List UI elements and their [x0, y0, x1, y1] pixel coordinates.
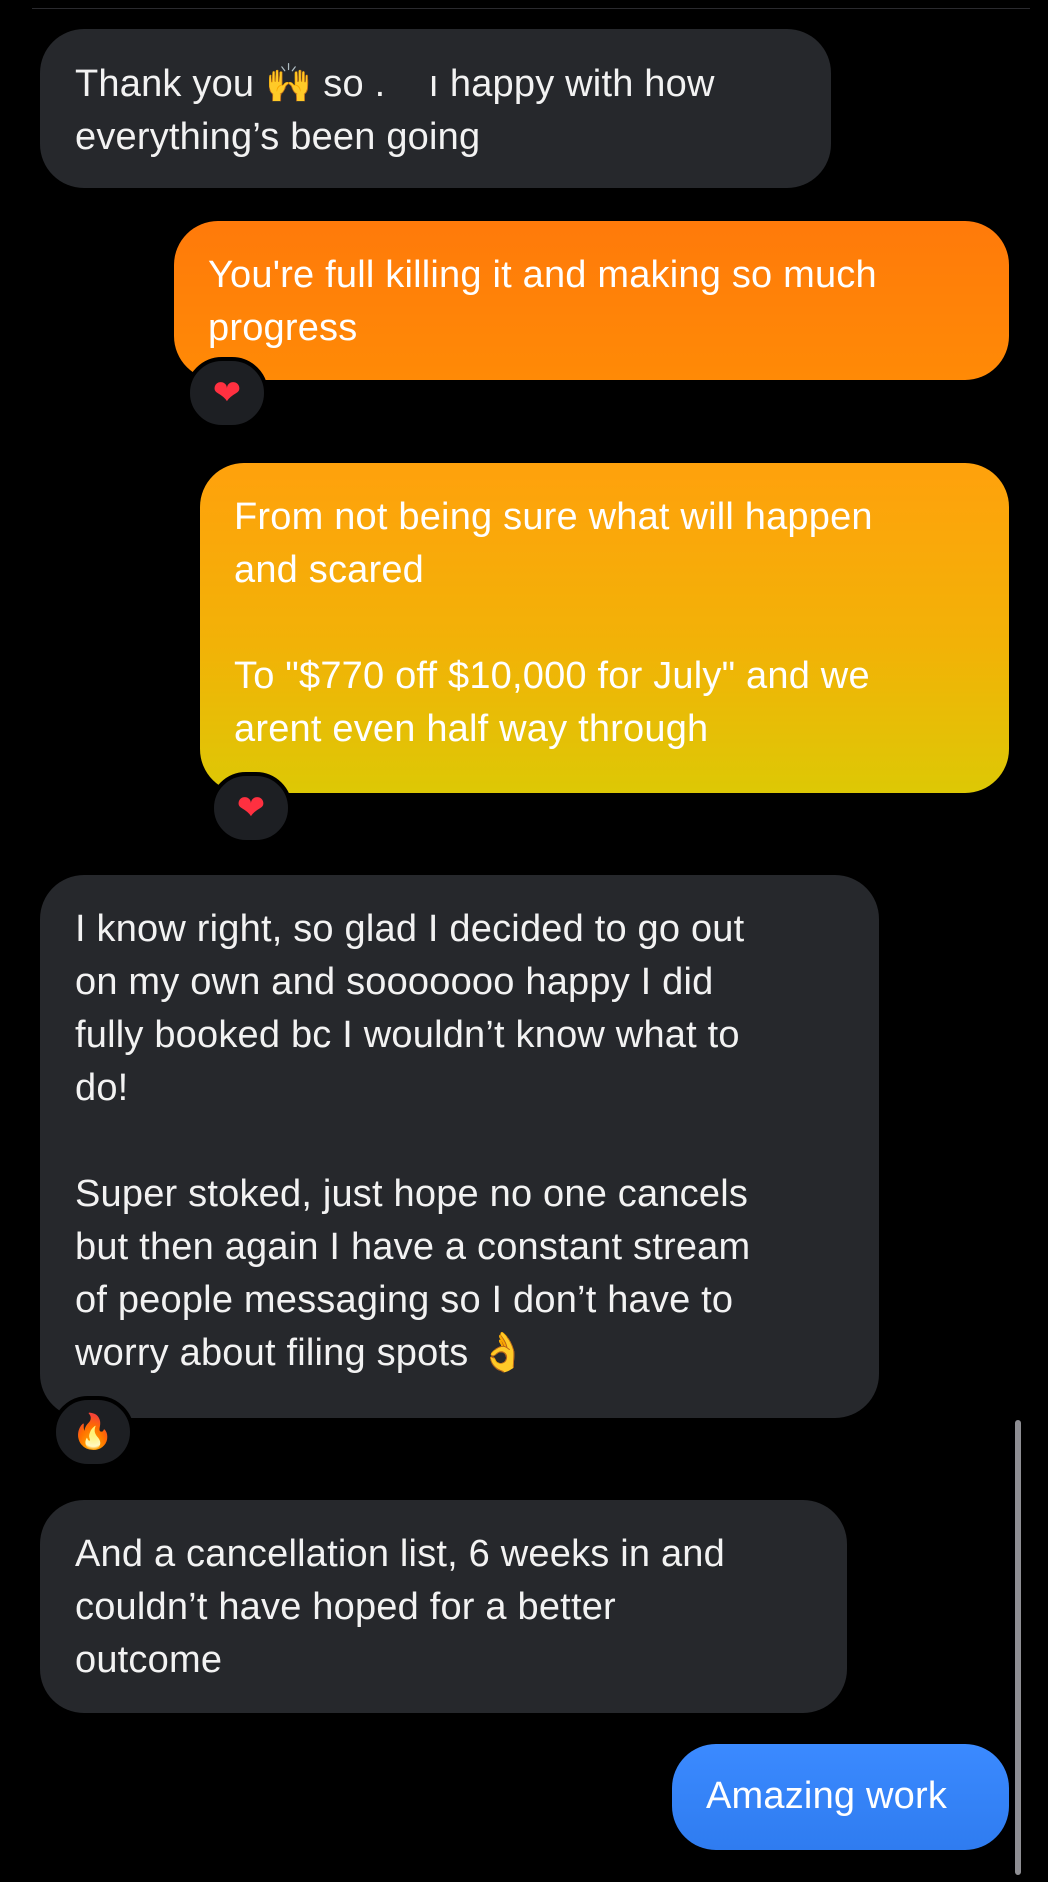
message-text: Thank you	[75, 63, 265, 105]
message-text: From not being sure what will happen and…	[234, 496, 873, 750]
message-text: You're full killing it and making so muc…	[208, 254, 877, 349]
message-bubble-incoming[interactable]: And a cancellation list, 6 weeks in and …	[40, 1500, 847, 1713]
raised-hands-icon: 🙌	[265, 63, 313, 105]
message-text: Amazing work	[706, 1775, 948, 1817]
heart-icon: ❤	[236, 789, 266, 827]
heart-icon: ❤	[212, 374, 242, 412]
message-bubble-outgoing[interactable]: Amazing work	[672, 1744, 1009, 1850]
message-text: And a cancellation list, 6 weeks in and …	[75, 1533, 725, 1681]
ok-hand-icon: 👌	[479, 1332, 527, 1374]
message-bubble-incoming[interactable]: Thank you 🙌 so . ı happy with how everyt…	[40, 29, 831, 188]
message-bubble-outgoing[interactable]: You're full killing it and making so muc…	[174, 221, 1009, 380]
reaction-badge[interactable]: ❤	[210, 772, 292, 844]
message-bubble-outgoing[interactable]: From not being sure what will happen and…	[200, 463, 1009, 793]
reaction-badge[interactable]: 🔥	[52, 1396, 134, 1468]
reaction-badge[interactable]: ❤	[186, 357, 268, 429]
message-text: I know right, so glad I decided to go ou…	[75, 908, 751, 1374]
divider	[32, 8, 1030, 9]
scrollbar[interactable]	[1015, 1420, 1021, 1875]
fire-icon: 🔥	[71, 1413, 115, 1451]
message-bubble-incoming[interactable]: I know right, so glad I decided to go ou…	[40, 875, 879, 1418]
